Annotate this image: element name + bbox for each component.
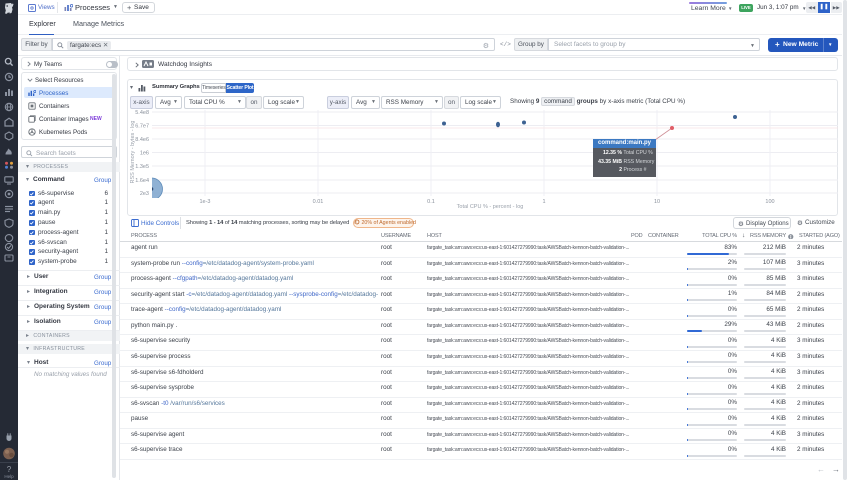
svg-text:1: 1 [542,199,545,205]
svg-text:100: 100 [765,199,774,205]
svg-text:0.1: 0.1 [427,199,435,205]
svg-text:1e-3: 1e-3 [199,199,210,205]
svg-text:1.6e4: 1.6e4 [135,178,149,184]
svg-text:8.4e6: 8.4e6 [135,137,149,143]
svg-text:1.3e5: 1.3e5 [135,164,149,170]
svg-text:10: 10 [654,199,660,205]
svg-text:0.01: 0.01 [313,199,324,205]
svg-text:6.7e7: 6.7e7 [135,124,149,130]
svg-text:Total CPU % - percent - log: Total CPU % - percent - log [457,204,524,210]
svg-text:5.4e8: 5.4e8 [135,110,149,116]
svg-text:1e6: 1e6 [140,151,149,157]
svg-text:2e3: 2e3 [140,191,149,197]
svg-text:RSS Memory - bytes - log: RSS Memory - bytes - log [130,121,136,184]
